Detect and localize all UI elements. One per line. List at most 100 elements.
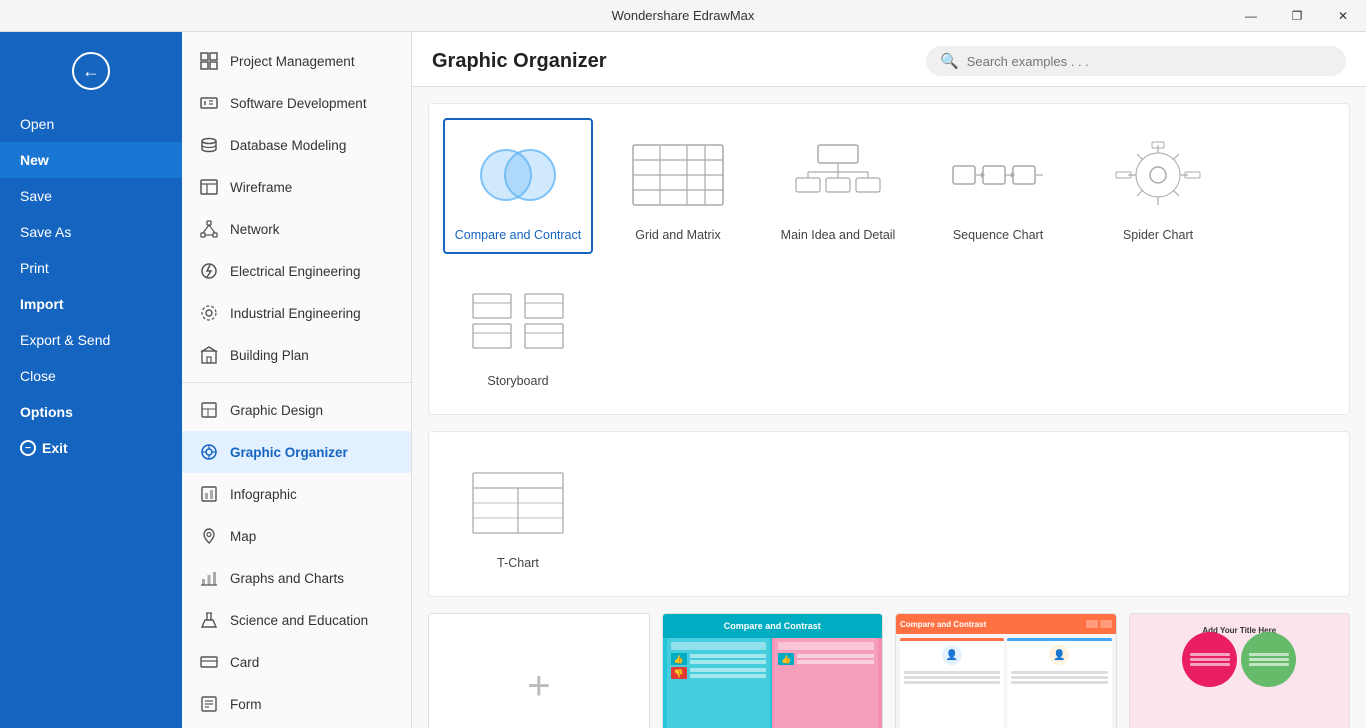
window-controls: — ❐ ✕	[1228, 0, 1366, 32]
grid-card-icon	[613, 130, 743, 220]
new-template-card[interactable]: +	[428, 613, 650, 728]
sidebar-back-area: ←	[0, 42, 182, 106]
titlebar: Wondershare EdrawMax — ❐ ✕	[0, 0, 1366, 32]
cat-card-spider[interactable]: Spider Chart	[1083, 118, 1233, 254]
map-icon	[198, 525, 220, 547]
cat-project-mgmt-label: Project Management	[230, 54, 355, 69]
sidebar: ← Open New Save Save As Print Import Exp…	[0, 32, 182, 728]
main-content: Graphic Organizer 🔍	[412, 32, 1366, 728]
cat-industrial[interactable]: Industrial Engineering	[182, 292, 411, 334]
database-icon	[198, 134, 220, 156]
code-icon	[198, 92, 220, 114]
cat-map[interactable]: Map	[182, 515, 411, 557]
sidebar-item-open[interactable]: Open	[0, 106, 182, 142]
network-icon	[198, 218, 220, 240]
card-icon	[198, 651, 220, 673]
sidebar-item-save-as[interactable]: Save As	[0, 214, 182, 250]
cat-graphic-design-label: Graphic Design	[230, 403, 323, 418]
search-icon: 🔍	[940, 52, 959, 70]
cat-industrial-label: Industrial Engineering	[230, 306, 361, 321]
cat-card-grid[interactable]: Grid and Matrix	[603, 118, 753, 254]
industrial-icon	[198, 302, 220, 324]
cat-network-label: Network	[230, 222, 280, 237]
cat-card-spider-label: Spider Chart	[1123, 228, 1193, 242]
sidebar-item-close[interactable]: Close	[0, 358, 182, 394]
cat-software-dev-label: Software Development	[230, 96, 367, 111]
cat-map-label: Map	[230, 529, 256, 544]
cat-divider	[182, 382, 411, 383]
new-template-thumb: +	[429, 614, 649, 728]
template-card-compare6[interactable]: Compare and Contrast 👍	[662, 613, 884, 728]
sequence-card-icon	[933, 130, 1063, 220]
cat-science-label: Science and Education	[230, 613, 368, 628]
cat-electrical-label: Electrical Engineering	[230, 264, 361, 279]
template-section: Compare and Contract	[412, 87, 1366, 728]
page-title: Graphic Organizer	[432, 50, 607, 73]
gallery-grid: + Compare and Contrast	[428, 613, 1350, 728]
cat-form-label: Form	[230, 697, 262, 712]
compare6-thumb: Compare and Contrast 👍	[663, 614, 883, 728]
cat-science[interactable]: Science and Education	[182, 599, 411, 641]
sidebar-item-print[interactable]: Print	[0, 250, 182, 286]
cat-graphic-design[interactable]: Graphic Design	[182, 389, 411, 431]
close-button[interactable]: ✕	[1320, 0, 1366, 32]
main-idea-card-icon	[773, 130, 903, 220]
electrical-icon	[198, 260, 220, 282]
main-header: Graphic Organizer 🔍	[412, 32, 1366, 87]
chart-icon	[198, 567, 220, 589]
wireframe-icon	[198, 176, 220, 198]
minimize-button[interactable]: —	[1228, 0, 1274, 32]
search-input[interactable]	[967, 54, 1332, 69]
template-card-compare7[interactable]: Compare and Contrast 👤	[895, 613, 1117, 728]
cat-graphs[interactable]: Graphs and Charts	[182, 557, 411, 599]
cat-card-sequence-label: Sequence Chart	[953, 228, 1043, 242]
second-category-row: T-Chart	[428, 431, 1350, 597]
cat-card-compare[interactable]: Compare and Contract	[443, 118, 593, 254]
sidebar-item-exit[interactable]: −Exit	[0, 430, 182, 466]
cat-network[interactable]: Network	[182, 208, 411, 250]
compare7-thumb: Compare and Contrast 👤	[896, 614, 1116, 728]
cat-building[interactable]: Building Plan	[182, 334, 411, 376]
cat-electrical[interactable]: Electrical Engineering	[182, 250, 411, 292]
template-card-compare2[interactable]: Add Your Title Here	[1129, 613, 1351, 728]
cat-software-dev[interactable]: Software Development	[182, 82, 411, 124]
cat-wireframe[interactable]: Wireframe	[182, 166, 411, 208]
cat-graphic-organizer[interactable]: Graphic Organizer	[182, 431, 411, 473]
sidebar-item-export[interactable]: Export & Send	[0, 322, 182, 358]
sidebar-item-options[interactable]: Options	[0, 394, 182, 430]
sidebar-item-save[interactable]: Save	[0, 178, 182, 214]
cat-project-mgmt[interactable]: Project Management	[182, 40, 411, 82]
cat-card-storyboard[interactable]: Storyboard	[443, 264, 593, 400]
back-button[interactable]: ←	[72, 52, 110, 90]
app-title: Wondershare EdrawMax	[612, 8, 755, 23]
cat-building-label: Building Plan	[230, 348, 309, 363]
search-bar: 🔍	[926, 46, 1346, 76]
cat-form[interactable]: Form	[182, 683, 411, 725]
compare2-thumb: Add Your Title Here	[1130, 614, 1350, 728]
cat-card[interactable]: Card	[182, 641, 411, 683]
cat-card-storyboard-label: Storyboard	[487, 374, 548, 388]
form-icon	[198, 693, 220, 715]
building-icon	[198, 344, 220, 366]
cat-graphs-label: Graphs and Charts	[230, 571, 344, 586]
plus-icon: +	[527, 664, 550, 709]
cat-database[interactable]: Database Modeling	[182, 124, 411, 166]
cat-card-main-idea[interactable]: Main Idea and Detail	[763, 118, 913, 254]
cat-card-tchart[interactable]: T-Chart	[443, 446, 593, 582]
sidebar-item-new[interactable]: New	[0, 142, 182, 178]
cat-card-label: Card	[230, 655, 259, 670]
cat-card-tchart-label: T-Chart	[497, 556, 539, 570]
restore-button[interactable]: ❐	[1274, 0, 1320, 32]
app-body: ← Open New Save Save As Print Import Exp…	[0, 32, 1366, 728]
cat-database-label: Database Modeling	[230, 138, 346, 153]
cat-card-grid-label: Grid and Matrix	[635, 228, 720, 242]
cat-infographic[interactable]: Infographic	[182, 473, 411, 515]
infographic-icon	[198, 483, 220, 505]
design-icon	[198, 399, 220, 421]
storyboard-card-icon	[453, 276, 583, 366]
cat-card-sequence[interactable]: Sequence Chart	[923, 118, 1073, 254]
category-cards-row: Compare and Contract	[428, 103, 1350, 415]
sidebar-item-import[interactable]: Import	[0, 286, 182, 322]
grid-icon	[198, 50, 220, 72]
cat-card-compare-label: Compare and Contract	[455, 228, 581, 242]
